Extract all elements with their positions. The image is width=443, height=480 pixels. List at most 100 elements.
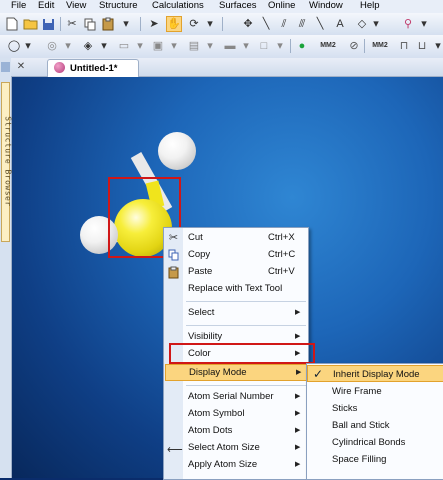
toolbar-separator (364, 39, 365, 53)
atom-size-icon: ⟵ (167, 444, 183, 456)
submenu-arrow-icon: ▶ (295, 309, 301, 316)
submenu-arrow-icon: ▶ (296, 369, 302, 376)
perspective-icon[interactable]: ▭ (116, 38, 132, 54)
submenu-item-space-filling[interactable]: Space Filling (307, 451, 443, 468)
menu-online[interactable]: Online (268, 0, 295, 12)
dropdown-arrow-icon[interactable]: ▾ (430, 38, 443, 54)
menu-calculations[interactable]: Calculations (152, 0, 204, 12)
submenu-item-wire-frame[interactable]: Wire Frame (307, 383, 443, 400)
menu-item-atom-symbol[interactable]: Atom Symbol ▶ (164, 406, 308, 423)
submenu-arrow-icon: ▶ (295, 444, 301, 451)
mm2-minimize-button[interactable]: MM2 (316, 38, 340, 54)
menu-file[interactable]: File (11, 0, 26, 12)
stop-icon[interactable]: ⊘ (346, 38, 362, 54)
steric-energy-icon[interactable]: ⊓ (396, 38, 412, 54)
new-file-icon[interactable] (4, 16, 20, 32)
menu-edit[interactable]: Edit (38, 0, 54, 12)
bond-dummy-icon[interactable]: ╲ (312, 16, 328, 32)
menu-item-replace-with-text-tool[interactable]: Replace with Text Tool (164, 281, 308, 298)
menu-separator (186, 385, 306, 386)
record-icon[interactable]: ● (294, 38, 310, 54)
close-icon[interactable]: ✕ (15, 60, 27, 73)
atom-bond-tool-icon[interactable]: ⚲ (400, 16, 416, 32)
menu-window[interactable]: Window (309, 0, 343, 12)
submenu-item-label: Wire Frame (332, 386, 382, 397)
main-toolbar: ✂ ▾ ➤ ✋ ⟳ ▾ ✥ ╲ ⫽ ⫻ ╲ A ◇ ▾ ⚲ ▾ (0, 13, 443, 36)
bond-triple-icon[interactable]: ⫻ (294, 16, 310, 32)
submenu-item-label: Ball and Stick (332, 420, 390, 431)
hand-pan-icon[interactable]: ✋ (166, 16, 182, 32)
save-icon[interactable] (40, 16, 56, 32)
hydrogen-atom-top[interactable] (158, 132, 196, 170)
submenu-arrow-icon: ▶ (295, 333, 301, 340)
menu-bar: File Edit View Structure Calculations Su… (0, 0, 443, 13)
bond-single-icon[interactable]: ╲ (258, 16, 274, 32)
select-arrow-icon[interactable]: ➤ (146, 16, 162, 32)
menu-item-label: Atom Symbol (188, 408, 245, 419)
menu-item-cut[interactable]: ✂ Cut Ctrl+X (164, 230, 308, 247)
move-icon[interactable]: ✥ (240, 16, 256, 32)
submenu-arrow-icon: ▶ (295, 410, 301, 417)
menu-item-label: Cut (188, 232, 203, 243)
submenu-item-sticks[interactable]: Sticks (307, 400, 443, 417)
menu-item-apply-atom-size[interactable]: Apply Atom Size ▶ (164, 457, 308, 474)
color-icon[interactable]: ◈ (80, 38, 96, 54)
labels-icon[interactable]: ▤ (186, 38, 202, 54)
dropdown-arrow-icon[interactable]: ▾ (96, 38, 112, 54)
menu-item-display-mode[interactable]: Display Mode ▶ (165, 364, 307, 381)
dropdown-arrow-icon[interactable]: ▾ (20, 38, 36, 54)
paste-icon (167, 266, 180, 279)
menu-view[interactable]: View (66, 0, 86, 12)
dropdown-arrow-icon[interactable]: ▾ (118, 16, 134, 32)
open-folder-icon[interactable] (22, 16, 38, 32)
menu-item-atom-serial-number[interactable]: Atom Serial Number ▶ (164, 389, 308, 406)
dropdown-arrow-icon[interactable]: ▾ (166, 38, 182, 54)
dropdown-arrow-icon[interactable]: ▾ (202, 38, 218, 54)
dropdown-arrow-icon[interactable]: ▾ (416, 16, 432, 32)
menu-item-select[interactable]: Select ▶ (164, 305, 308, 322)
submenu-arrow-icon: ▶ (295, 461, 301, 468)
menu-structure[interactable]: Structure (99, 0, 138, 12)
display-mode-submenu: ✓ Inherit Display Mode Wire Frame Sticks… (306, 363, 443, 480)
menu-item-label: Atom Serial Number (188, 391, 274, 402)
menu-item-select-atom-size[interactable]: ⟵ Select Atom Size ▶ (164, 440, 308, 457)
dropdown-arrow-icon[interactable]: ▾ (238, 38, 254, 54)
scissors-icon: ✂ (168, 232, 179, 244)
panel-grip-icon[interactable] (1, 62, 10, 72)
text-tool-icon[interactable]: A (332, 16, 348, 32)
submenu-item-cylindrical-bonds[interactable]: Cylindrical Bonds (307, 434, 443, 451)
rotate-icon[interactable]: ⟳ (186, 16, 202, 32)
background-icon[interactable]: ▣ (150, 38, 166, 54)
copy-icon (167, 249, 180, 262)
dropdown-arrow-icon[interactable]: ▾ (60, 38, 76, 54)
menu-item-copy[interactable]: Copy Ctrl+C (164, 247, 308, 264)
submenu-arrow-icon: ▶ (295, 427, 301, 434)
toolbar-separator (60, 17, 61, 31)
dropdown-arrow-icon[interactable]: ▾ (202, 16, 218, 32)
color-item-highlight-box (169, 343, 315, 364)
submenu-item-ball-and-stick[interactable]: Ball and Stick (307, 417, 443, 434)
mm2-dynamics-button[interactable]: MM2 (368, 38, 392, 54)
menu-item-paste[interactable]: Paste Ctrl+V (164, 264, 308, 281)
structure-browser-tab[interactable]: Structure Browser (1, 82, 13, 242)
dropdown-arrow-icon[interactable]: ▾ (132, 38, 148, 54)
checkmark-icon: ✓ (313, 367, 324, 381)
menu-item-label: Select Atom Size (188, 442, 260, 453)
display-mode-icon[interactable]: ◎ (44, 38, 60, 54)
menu-item-label: Select (188, 307, 215, 318)
document-tab[interactable]: Untitled-1* (47, 59, 139, 77)
submenu-item-inherit-display-mode[interactable]: ✓ Inherit Display Mode (307, 365, 443, 382)
menu-help[interactable]: Help (360, 0, 380, 12)
paste-icon[interactable] (100, 16, 116, 32)
toolbar-separator (290, 39, 291, 53)
dropdown-arrow-icon[interactable]: ▾ (272, 38, 288, 54)
stereo-icon[interactable]: ▬ (222, 38, 238, 54)
menu-item-atom-dots[interactable]: Atom Dots ▶ (164, 423, 308, 440)
bond-double-icon[interactable]: ⫽ (276, 16, 292, 32)
fit-icon[interactable]: □ (256, 38, 272, 54)
copy-icon[interactable] (82, 16, 98, 32)
dropdown-arrow-icon[interactable]: ▾ (368, 16, 384, 32)
cut-icon[interactable]: ✂ (64, 16, 80, 32)
compute-icon[interactable]: ⊔ (414, 38, 430, 54)
menu-surfaces[interactable]: Surfaces (219, 0, 257, 12)
